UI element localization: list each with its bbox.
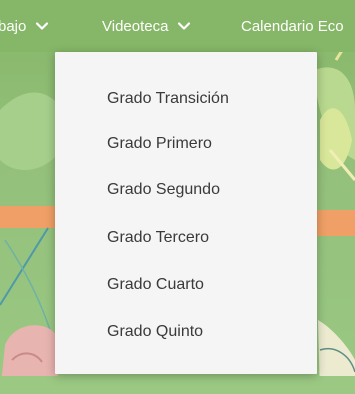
orange-band bbox=[0, 206, 60, 228]
bottom-strip bbox=[0, 376, 355, 394]
nav-item-label: bajo bbox=[0, 17, 27, 35]
menu-item-grado-tercero[interactable]: Grado Tercero bbox=[107, 226, 209, 250]
orange-band bbox=[316, 210, 355, 236]
nav-item-trabajo[interactable]: bajo bbox=[0, 15, 49, 37]
nav-item-calendario[interactable]: Calendario Eco bbox=[241, 15, 344, 37]
nav-item-videoteca[interactable]: Videoteca bbox=[102, 15, 191, 37]
nav-item-label: Calendario Eco bbox=[241, 17, 344, 35]
menu-item-grado-transicion[interactable]: Grado Transición bbox=[107, 87, 229, 111]
menu-item-grado-primero[interactable]: Grado Primero bbox=[107, 132, 212, 156]
teal-line bbox=[0, 227, 49, 306]
menu-item-grado-quinto[interactable]: Grado Quinto bbox=[107, 320, 203, 344]
grade-dropdown-menu: Grado Transición Grado Primero Grado Seg… bbox=[55, 52, 317, 374]
top-navigation-bar: bajo Videoteca Calendario Eco bbox=[0, 0, 355, 52]
menu-item-grado-cuarto[interactable]: Grado Cuarto bbox=[107, 273, 204, 297]
chevron-down-icon bbox=[36, 22, 49, 30]
menu-item-grado-segundo[interactable]: Grado Segundo bbox=[107, 178, 220, 202]
chevron-down-icon bbox=[178, 22, 191, 30]
nav-item-label: Videoteca bbox=[102, 17, 169, 35]
